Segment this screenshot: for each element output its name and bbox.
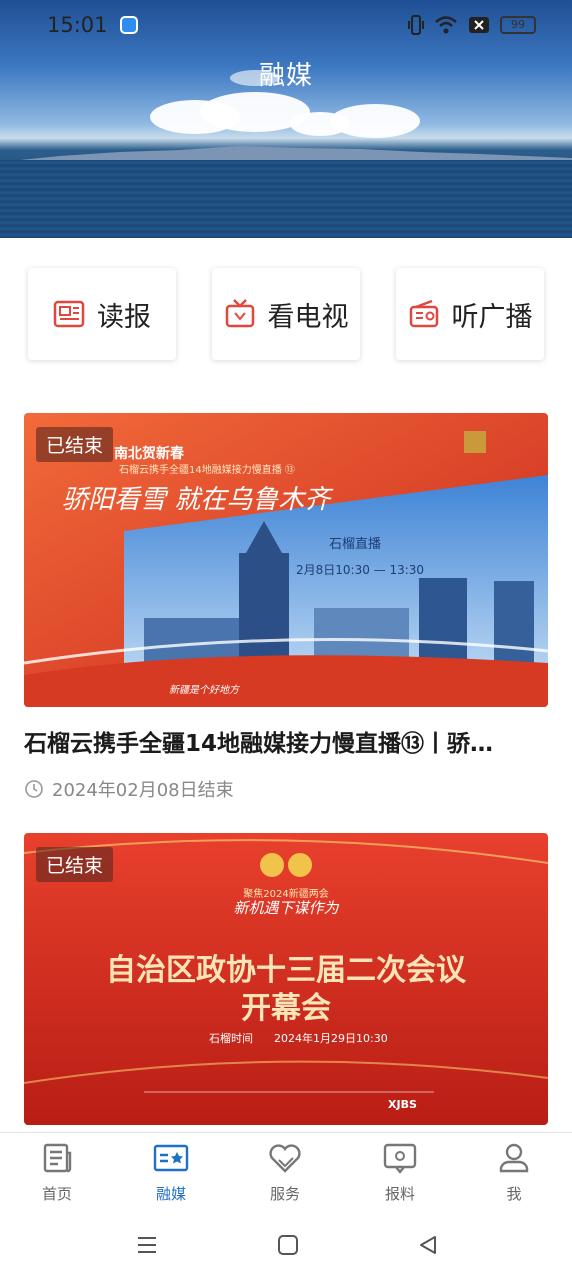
live-card-title[interactable]: 石榴云携手全疆14地融媒接力慢直播⑬丨骄…: [24, 724, 544, 758]
menu-icon[interactable]: [136, 1234, 158, 1256]
rongmei-page: 15:01 99 融媒 读报 看电视 听广播 南北贺新春 石榴云携手全疆14地融…: [0, 0, 572, 1280]
sim-off-icon: [469, 17, 489, 33]
watch-tv-button[interactable]: 看电视: [212, 268, 360, 360]
header-banner: 15:01 99 融媒: [0, 0, 572, 238]
poster-top-text: 南北贺新春: [114, 446, 184, 462]
poster-footer: 新疆是个好地方: [169, 685, 239, 696]
tab-me[interactable]: 我: [474, 1141, 554, 1204]
live-card-image[interactable]: 南北贺新春 石榴云携手全疆14地融媒接力慢直播 ⑬ 骄阳看雪 就在乌鲁木齐 石榴…: [24, 413, 548, 707]
tab-home[interactable]: 首页: [17, 1141, 97, 1204]
poster-headline-2: 开幕会: [241, 991, 331, 1026]
user-icon: [499, 1143, 529, 1173]
quick-entries: 读报 看电视 听广播: [28, 268, 544, 360]
tab-label: 报料: [384, 1185, 415, 1203]
clock-icon: [25, 780, 43, 798]
quick-label: 读报: [97, 301, 151, 333]
tab-label: 服务: [269, 1185, 300, 1203]
battery-indicator: 99: [500, 16, 536, 34]
tab-label: 我: [506, 1185, 522, 1203]
back-icon[interactable]: [417, 1234, 439, 1256]
page-title: 融媒: [258, 61, 313, 91]
bottom-tab-bar: 首页 融媒 服务 报料 我: [0, 1132, 572, 1212]
end-date-text: 2024年02月08日结束: [52, 780, 234, 801]
wifi-icon: [435, 16, 457, 34]
read-newspaper-button[interactable]: 读报: [28, 268, 176, 360]
app-notification-icon: [120, 16, 138, 34]
quick-label: 看电视: [267, 301, 349, 333]
report-chat-icon: [383, 1143, 417, 1174]
home-square-icon[interactable]: [277, 1234, 299, 1256]
poster-time: 2024年1月29日10:30: [274, 1032, 388, 1045]
live-card-meta: 2024年02月08日结束: [24, 776, 234, 802]
live-card-image[interactable]: 聚焦2024新疆两会 新机遇下谋作为 自治区政协十三届二次会议 开幕会 石榴时间…: [24, 833, 548, 1125]
tab-label: 首页: [41, 1185, 72, 1203]
radio-icon: [409, 299, 438, 328]
status-bar: 15:01 99: [0, 0, 572, 52]
heart-service-icon: [269, 1144, 301, 1173]
tab-label: 融媒: [155, 1185, 186, 1203]
poster-brand: XJBS: [388, 1098, 417, 1111]
poster-time-label: 石榴时间: [209, 1032, 253, 1045]
status-badge: 已结束: [36, 427, 114, 462]
listen-radio-button[interactable]: 听广播: [396, 268, 544, 360]
home-news-icon: [43, 1143, 72, 1173]
newspaper-icon: [53, 300, 85, 328]
vibrate-icon: [408, 15, 424, 35]
tab-media[interactable]: 融媒: [131, 1141, 211, 1204]
quick-label: 听广播: [451, 301, 533, 333]
poster-calligraphy: 骄阳看雪 就在乌鲁木齐: [62, 485, 331, 515]
media-icon: [153, 1144, 189, 1172]
system-navigation-bar: [0, 1212, 572, 1280]
poster-time: 2月8日10:30 — 13:30: [296, 563, 425, 577]
poster-slogan: 新机遇下谋作为: [233, 899, 339, 917]
poster-subtitle: 石榴云携手全疆14地融媒接力慢直播 ⑬: [119, 465, 295, 476]
tab-service[interactable]: 服务: [245, 1141, 325, 1204]
sea-graphic: [0, 160, 572, 238]
tv-icon: [225, 299, 254, 328]
tab-report[interactable]: 报料: [360, 1141, 440, 1204]
status-time: 15:01: [47, 13, 108, 37]
poster-logo-text: 石榴直播: [329, 537, 382, 552]
status-badge: 已结束: [36, 847, 114, 882]
